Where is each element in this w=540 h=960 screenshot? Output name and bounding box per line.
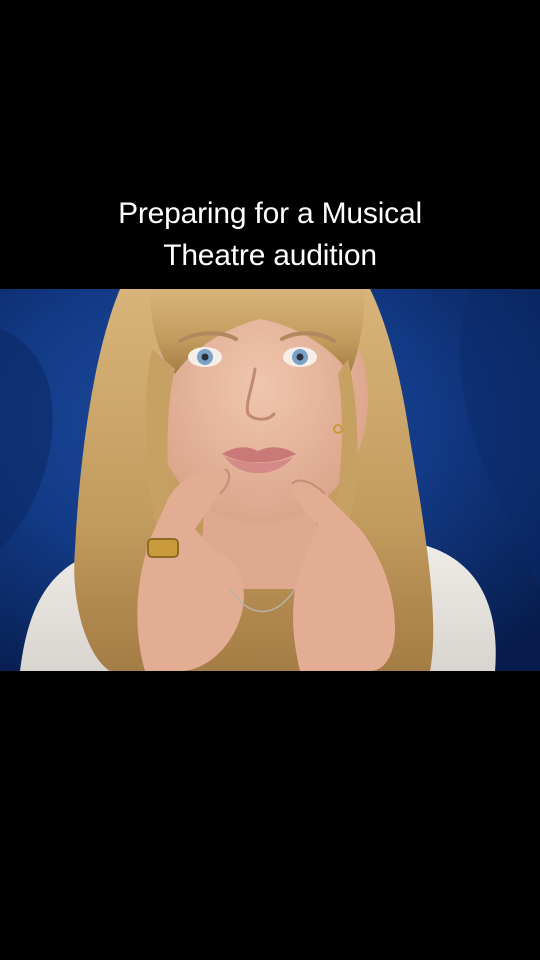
- video-still-illustration: [0, 289, 540, 671]
- caption-line-1: Preparing for a Musical: [118, 197, 422, 230]
- pupil-left: [201, 353, 209, 361]
- pupil-right: [296, 353, 304, 361]
- video-frame[interactable]: [0, 289, 540, 671]
- video-caption: Preparing for a Musical Theatre audition: [0, 193, 540, 277]
- video-screen: Preparing for a Musical Theatre audition: [0, 0, 540, 960]
- gold-ring: [147, 538, 179, 558]
- caption-line-2: Theatre audition: [163, 239, 377, 272]
